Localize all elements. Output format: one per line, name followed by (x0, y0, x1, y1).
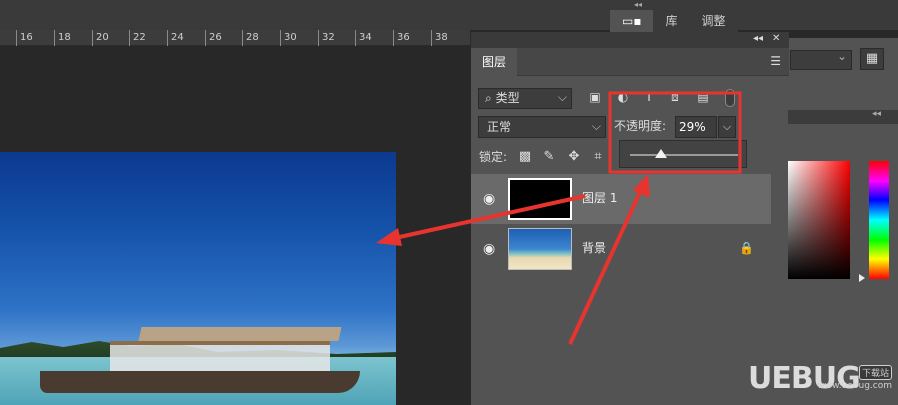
collapse-icon[interactable]: ◂◂ (872, 109, 881, 119)
ruler-tick: 30 (280, 30, 297, 46)
boat-deck-shape (110, 341, 330, 371)
color-picker-field[interactable] (788, 161, 850, 279)
layer-row[interactable]: ◉ 背景 🔒 (471, 224, 771, 274)
tab-adjustments[interactable]: 调整 (689, 10, 738, 32)
chevron-down-icon: ⌵ (591, 119, 601, 133)
chevron-down-icon: ⌵ (557, 90, 567, 104)
right-panel-select[interactable] (790, 49, 852, 70)
layers-panel: ◂◂ ✕ 图层 ☰ ⌕ 类型 ⌵ ▣ ◐ T ⧈ ▤ 正常 ⌵ 不透明度: 29… (470, 32, 789, 405)
lock-icon: 🔒 (739, 241, 754, 255)
tab-layers[interactable]: 图层 (471, 48, 518, 76)
blend-mode-value: 正常 (487, 120, 512, 134)
pixel-filter-icon[interactable]: ▣ (588, 89, 602, 105)
opacity-dropdown-icon[interactable]: ⌵ (718, 116, 736, 138)
opacity-slider-track[interactable] (630, 154, 738, 156)
lock-position-icon[interactable]: ✥ (566, 149, 582, 165)
layer-name: 图层 1 (582, 191, 618, 205)
panel-titlebar: ◂◂ ✕ (471, 32, 789, 48)
boat-hull-shape (40, 371, 360, 393)
lock-artboard-icon[interactable]: ⌗ (590, 149, 606, 165)
hue-marker-icon[interactable] (859, 274, 865, 282)
watermark-logo: UEBUG 下载站 www.uebug.com (748, 361, 896, 401)
ruler-tick: 18 (54, 30, 71, 46)
layer-row[interactable]: ◉ 图层 1 (471, 174, 771, 224)
lock-label: 锁定: (479, 150, 508, 164)
eye-icon[interactable]: ◉ (483, 241, 495, 257)
lock-image-icon[interactable]: ✎ (541, 149, 557, 165)
ruler-tick: 24 (167, 30, 184, 46)
blend-mode-select[interactable]: 正常 ⌵ (478, 116, 606, 138)
canvas-image[interactable] (0, 152, 396, 405)
opacity-slider-popup (619, 140, 747, 168)
tab-library[interactable]: 库 (653, 10, 690, 32)
ruler-tick: 22 (129, 30, 146, 46)
ruler-tick: 34 (355, 30, 372, 46)
collapse-icon[interactable]: ◂◂ (753, 33, 763, 44)
type-filter-icon[interactable]: T (642, 89, 656, 105)
layer-name: 背景 (582, 241, 607, 255)
adjustment-filter-icon[interactable]: ◐ (616, 89, 630, 105)
lock-transparency-icon[interactable]: ▩ (517, 149, 533, 165)
hue-slider[interactable] (869, 161, 889, 279)
ruler-tick: 28 (242, 30, 259, 46)
options-bar (0, 0, 898, 30)
eye-icon[interactable]: ◉ (483, 191, 495, 207)
ruler-tick: 16 (16, 30, 33, 46)
search-icon: ⌕ (485, 91, 492, 105)
opacity-label: 不透明度: (614, 119, 667, 133)
opacity-input[interactable]: 29% (675, 116, 717, 138)
ruler-tick: 20 (92, 30, 109, 46)
top-panel-tabs: ▭▪ 库 调整 (610, 10, 738, 32)
layer-filter-select[interactable]: ⌕ 类型 ⌵ (478, 88, 572, 109)
photoshop-window: ◂◂ 16 18 20 22 24 26 28 30 32 34 36 38 ▭… (0, 0, 898, 405)
smartobject-filter-icon[interactable]: ▤ (696, 89, 710, 105)
panel-collapse-icon[interactable]: ◂◂ (634, 0, 642, 9)
panel-tab-bar: 图层 ☰ (471, 48, 789, 76)
shape-filter-icon[interactable]: ⧈ (668, 89, 682, 105)
color-panel-header (786, 110, 898, 124)
layer-thumbnail (508, 178, 572, 220)
watermark-main: UEBUG (748, 361, 861, 396)
ruler-tick: 38 (431, 30, 448, 46)
tab-properties[interactable]: ▭▪ (610, 10, 654, 32)
close-icon[interactable]: ✕ (772, 33, 780, 44)
ruler-tick: 36 (393, 30, 410, 46)
grid-icon[interactable]: ▦ (860, 48, 884, 70)
ruler-tick: 26 (205, 30, 222, 46)
ruler-tick: 32 (318, 30, 335, 46)
watermark-sub: www.uebug.com (817, 381, 892, 391)
filter-label: 类型 (495, 91, 520, 105)
layer-thumbnail (508, 228, 572, 270)
watermark-badge: 下载站 (858, 365, 892, 380)
boat-roof-shape (138, 327, 342, 341)
horizontal-ruler: 16 18 20 22 24 26 28 30 32 34 36 38 (0, 30, 470, 46)
filter-toggle[interactable] (725, 89, 735, 107)
opacity-slider-thumb[interactable] (655, 149, 668, 158)
panel-menu-icon[interactable]: ☰ (770, 54, 781, 68)
